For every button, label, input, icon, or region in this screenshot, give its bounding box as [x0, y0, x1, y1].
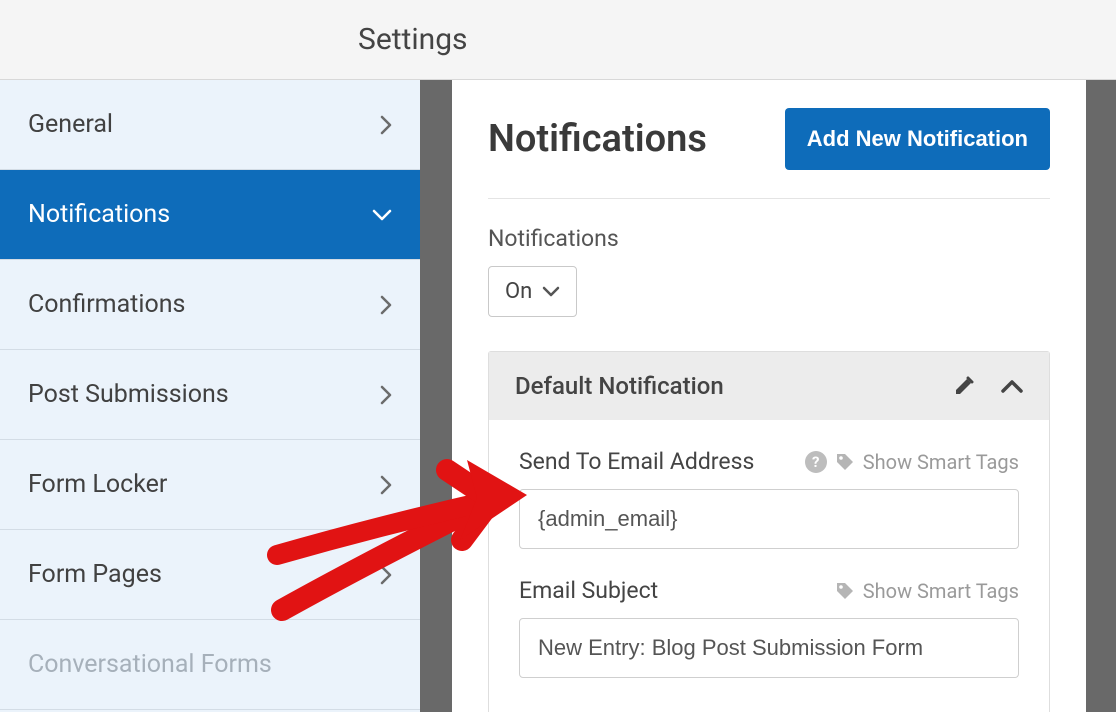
send-to-field-block: Send To Email Address ? Show Smart Tags [519, 448, 1019, 549]
main-panel: Notifications Add New Notification Notif… [452, 80, 1086, 712]
panel-body: Send To Email Address ? Show Smart Tags [489, 420, 1049, 712]
sidebar-item-label: Notifications [28, 200, 170, 229]
email-subject-label: Email Subject [519, 577, 658, 604]
sidebar-item-confirmations[interactable]: Confirmations [0, 260, 420, 350]
settings-sidebar: General Notifications Confirmations Post… [0, 80, 420, 712]
show-smart-tags-link[interactable]: Show Smart Tags [863, 579, 1019, 603]
chevron-right-icon [380, 565, 392, 585]
send-to-email-input[interactable] [519, 489, 1019, 549]
chevron-down-icon [372, 209, 392, 221]
panel-header: Default Notification [489, 352, 1049, 420]
sidebar-item-general[interactable]: General [0, 80, 420, 170]
tag-icon [835, 581, 855, 601]
sidebar-item-form-locker[interactable]: Form Locker [0, 440, 420, 530]
sidebar-item-label: Confirmations [28, 290, 185, 319]
toggle-label: Notifications [488, 225, 1050, 252]
email-subject-field-block: Email Subject Show Smart Tags [519, 577, 1019, 678]
chevron-right-icon [380, 475, 392, 495]
sidebar-item-label: General [28, 110, 113, 139]
top-bar: Settings [0, 0, 1116, 80]
body-area: General Notifications Confirmations Post… [0, 80, 1116, 712]
smart-tags-group: ? Show Smart Tags [805, 450, 1019, 474]
chevron-right-icon [380, 115, 392, 135]
sidebar-item-label: Conversational Forms [28, 650, 272, 679]
help-icon[interactable]: ? [805, 451, 827, 473]
main-header: Notifications Add New Notification [488, 108, 1050, 199]
sidebar-item-form-pages[interactable]: Form Pages [0, 530, 420, 620]
right-gutter [1086, 80, 1116, 712]
sidebar-item-conversational-forms[interactable]: Conversational Forms [0, 620, 420, 710]
sidebar-item-label: Form Pages [28, 560, 162, 589]
field-row: Email Subject Show Smart Tags [519, 577, 1019, 604]
show-smart-tags-link[interactable]: Show Smart Tags [863, 450, 1019, 474]
send-to-label: Send To Email Address [519, 448, 754, 475]
sidebar-item-label: Post Submissions [28, 380, 229, 409]
sidebar-item-post-submissions[interactable]: Post Submissions [0, 350, 420, 440]
sidebar-item-notifications[interactable]: Notifications [0, 170, 420, 260]
field-row: Send To Email Address ? Show Smart Tags [519, 448, 1019, 475]
page-title: Notifications [488, 117, 707, 161]
chevron-right-icon [380, 295, 392, 315]
notifications-toggle-section: Notifications On [488, 225, 1050, 317]
chevron-up-icon[interactable] [1001, 379, 1023, 393]
chevron-right-icon [380, 385, 392, 405]
edit-icon[interactable] [953, 375, 975, 397]
chevron-down-icon [542, 286, 560, 297]
smart-tags-group: Show Smart Tags [835, 579, 1019, 603]
add-new-notification-button[interactable]: Add New Notification [785, 108, 1050, 170]
left-gutter [420, 80, 452, 712]
tag-icon [835, 452, 855, 472]
panel-title: Default Notification [515, 372, 724, 400]
notifications-toggle-select[interactable]: On [488, 266, 577, 317]
page-section-title: Settings [358, 22, 468, 57]
default-notification-panel: Default Notification Send To Email Addre… [488, 351, 1050, 712]
email-subject-input[interactable] [519, 618, 1019, 678]
sidebar-item-label: Form Locker [28, 470, 167, 499]
toggle-value: On [505, 279, 532, 304]
panel-header-actions [953, 375, 1023, 397]
